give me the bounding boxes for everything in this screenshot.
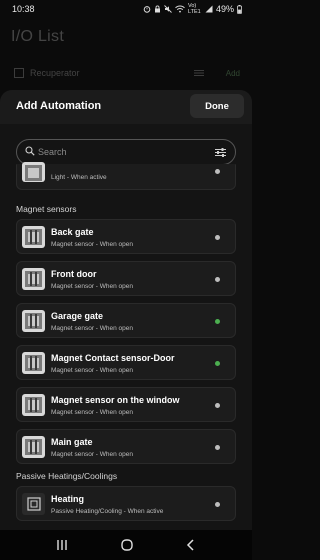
filter-sliders-icon[interactable] [215, 148, 226, 157]
recents-icon[interactable] [55, 539, 69, 551]
battery-icon [237, 4, 242, 14]
signal-icon [205, 5, 213, 13]
sensor-thumbnail [22, 352, 45, 374]
battery-percent: 49% [215, 4, 234, 14]
list-item-name: Back gate [51, 227, 94, 237]
status-dot [215, 235, 220, 240]
sensor-thumbnail [22, 436, 45, 458]
list-item-partial[interactable]: Light - When active [16, 162, 236, 190]
navigation-bar [0, 530, 252, 560]
list-item-subtitle: Light - When active [51, 174, 107, 181]
network-label: Vo) LTE1 [187, 3, 201, 15]
sensor-thumbnail [22, 268, 45, 290]
search-field[interactable]: Search [16, 139, 236, 165]
list-item-name: Magnet Contact sensor-Door [51, 353, 175, 363]
list-item-magnet-sensor-window[interactable]: Magnet sensor on the window Magnet senso… [16, 387, 236, 422]
mute-icon [164, 5, 172, 13]
lock-icon [154, 5, 160, 13]
sensor-thumbnail [22, 394, 45, 416]
list-item-name: Front door [51, 269, 97, 279]
sensor-thumbnail [22, 226, 45, 248]
sheet-title: Add Automation [16, 100, 102, 112]
home-icon[interactable] [120, 538, 134, 552]
done-button[interactable]: Done [190, 94, 244, 118]
section-label-magnet-sensors: Magnet sensors [16, 204, 77, 214]
status-dot [215, 277, 220, 282]
background-add-button: Add [225, 68, 240, 78]
list-item-subtitle: Magnet sensor - When open [51, 283, 134, 290]
list-item-front-door[interactable]: Front door Magnet sensor - When open [16, 261, 236, 296]
status-dot [215, 502, 220, 507]
sheet-header: Add Automation Done [0, 90, 252, 124]
search-input[interactable]: Search [38, 147, 67, 157]
light-thumbnail [22, 162, 45, 182]
section-label-passive-heatings: Passive Heatings/Coolings [16, 471, 118, 481]
list-item-subtitle: Magnet sensor - When open [51, 409, 134, 416]
status-dot [215, 169, 220, 174]
status-dot [215, 403, 220, 408]
list-item-garage-gate[interactable]: Garage gate Magnet sensor - When open [16, 303, 236, 338]
list-item-magnet-contact-sensor-door[interactable]: Magnet Contact sensor-Door Magnet sensor… [16, 345, 236, 380]
recuperator-icon [14, 68, 24, 78]
back-icon[interactable] [185, 538, 197, 552]
list-item-subtitle: Magnet sensor - When open [51, 367, 134, 374]
status-dot [215, 445, 220, 450]
status-icons: Vo) LTE1 49% [143, 3, 242, 15]
sliders-icon [194, 70, 204, 76]
list-item-subtitle: Passive Heating/Cooling - When active [51, 508, 164, 515]
status-time: 10:38 [12, 4, 35, 14]
list-item-name: Heating [51, 494, 85, 504]
sensor-thumbnail [22, 310, 45, 332]
status-dot-active [215, 361, 220, 366]
status-bar: 10:38 Vo) LTE1 49% [0, 0, 252, 18]
list-item-subtitle: Magnet sensor - When open [51, 241, 134, 248]
list-item-name: Garage gate [51, 311, 104, 321]
list-item-name: Magnet sensor on the window [51, 395, 180, 405]
wifi-icon [175, 5, 185, 13]
background-page-title: I/O List [11, 28, 65, 45]
screen: 10:38 Vo) LTE1 49% I/O List Recuperator … [0, 0, 252, 560]
heating-icon [22, 493, 45, 515]
background-row: Recuperator Add [14, 66, 244, 80]
list-item-name: Main gate [51, 437, 93, 447]
background-row-label: Recuperator [30, 68, 80, 78]
list-item-back-gate[interactable]: Back gate Magnet sensor - When open [16, 219, 236, 254]
list-item-subtitle: Magnet sensor - When open [51, 451, 134, 458]
status-dot-active [215, 319, 220, 324]
list-item-subtitle: Magnet sensor - When open [51, 325, 134, 332]
add-automation-sheet: Add Automation Done Search Light - When … [0, 90, 252, 530]
list-item-heating[interactable]: Heating Passive Heating/Cooling - When a… [16, 486, 236, 521]
search-icon [25, 146, 35, 156]
list-item-main-gate[interactable]: Main gate Magnet sensor - When open [16, 429, 236, 464]
alarm-icon [143, 6, 151, 13]
